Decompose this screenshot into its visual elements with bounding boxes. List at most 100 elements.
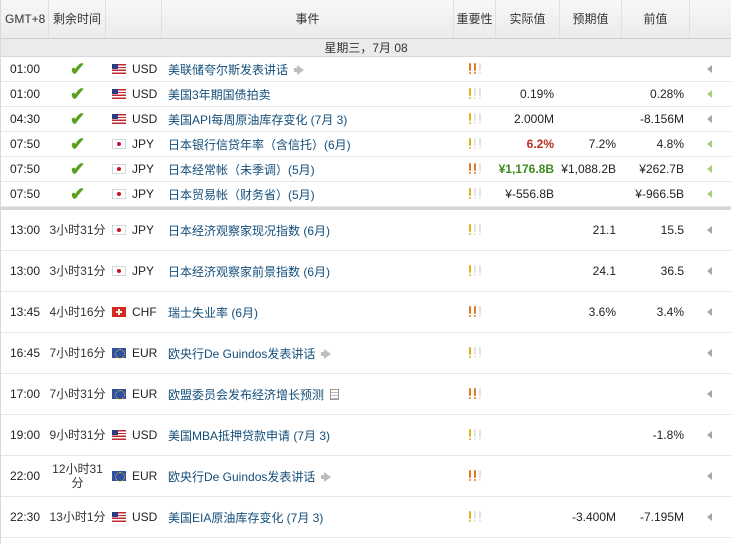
event-link[interactable]: 美国EIA原油库存变化 (7月 3) xyxy=(168,509,323,526)
importance-icon xyxy=(478,470,482,482)
expand-arrow[interactable] xyxy=(690,132,729,156)
previous-value xyxy=(622,57,690,81)
event-name-cell: 欧央行De Guindos发表讲话 xyxy=(162,456,454,496)
importance-icon xyxy=(473,388,477,400)
table-row[interactable]: 01:00 ✔ USD 美国3年期国债拍卖 0.19% 0.28% xyxy=(1,82,731,107)
currency-cell: JPY xyxy=(106,132,162,156)
table-row[interactable]: 13:00 3小时31分 JPY 日本经济观察家现况指数 (6月) 21.1 15.5 xyxy=(1,210,731,251)
time-remaining: 3小时31分 xyxy=(49,264,106,278)
event-time: 16:45 xyxy=(9,346,41,360)
event-link[interactable]: 美国MBA抵押贷款申请 (7月 3) xyxy=(168,427,330,444)
currency-code: JPY xyxy=(132,223,155,237)
expand-arrow[interactable] xyxy=(690,374,729,414)
expand-arrow[interactable] xyxy=(690,210,729,250)
forecast-value: 21.1 xyxy=(592,223,616,237)
importance-icon xyxy=(473,511,477,523)
actual-value xyxy=(496,374,560,414)
importance-icon xyxy=(478,88,482,100)
table-row[interactable]: 04:30 ✔ USD 美国API每周原油库存变化 (7月 3) 2.000M -8.15… xyxy=(1,107,731,132)
forecast-value: ¥1,088.2B xyxy=(561,162,616,176)
expand-arrow[interactable] xyxy=(690,57,729,81)
forecast-value xyxy=(560,456,622,496)
table-row[interactable]: 22:00 12小时31分 EUR 欧央行De Guindos发表讲话 xyxy=(1,456,731,497)
event-link[interactable]: 欧盟委员会发布经济增长预测 xyxy=(168,386,324,403)
importance-icon xyxy=(468,113,472,125)
importance-icon xyxy=(473,63,477,75)
event-link[interactable]: 欧央行De Guindos发表讲话 xyxy=(168,468,315,485)
previous-value xyxy=(622,456,690,496)
importance-indicator xyxy=(454,132,496,156)
event-time: 04:30 xyxy=(9,112,41,126)
table-row[interactable]: 22:30 13小时1分 USD 美国EIA原油库存变化 (7月 3) -3.400M -… xyxy=(1,497,731,538)
importance-indicator xyxy=(454,374,496,414)
table-row[interactable]: 13:00 3小时31分 JPY 日本经济观察家前景指数 (6月) 24.1 36.5 xyxy=(1,251,731,292)
actual-value xyxy=(496,251,560,291)
expand-arrow[interactable] xyxy=(690,251,729,291)
event-link[interactable]: 日本银行信贷年率（含信托）(6月) xyxy=(168,136,351,153)
header-spacer xyxy=(690,0,729,38)
currency-cell: JPY xyxy=(106,182,162,206)
event-link[interactable]: 欧央行De Guindos发表讲话 xyxy=(168,345,315,362)
event-link[interactable]: 美国3年期国债拍卖 xyxy=(168,86,271,103)
expand-arrow[interactable] xyxy=(690,182,729,206)
event-time: 19:00 xyxy=(9,428,41,442)
importance-icon xyxy=(473,470,477,482)
importance-icon xyxy=(468,347,472,359)
flag-jp-icon xyxy=(112,164,126,174)
expand-arrow[interactable] xyxy=(690,107,729,131)
actual-value xyxy=(496,497,560,537)
table-row[interactable]: 07:50 ✔ JPY 日本银行信贷年率（含信托）(6月) 6.2% 7.2% 4.8% xyxy=(1,132,731,157)
event-link[interactable]: 美国API每周原油库存变化 (7月 3) xyxy=(168,111,347,128)
currency-code: JPY xyxy=(132,162,155,176)
chevron-left-icon xyxy=(707,115,712,123)
flag-us-icon xyxy=(112,114,126,124)
expand-arrow[interactable] xyxy=(690,333,729,373)
expand-arrow[interactable] xyxy=(690,292,729,332)
event-link[interactable]: 瑞士失业率 (6月) xyxy=(168,304,258,321)
flag-jp-icon xyxy=(112,266,126,276)
currency-code: USD xyxy=(132,428,158,442)
table-row[interactable]: 17:00 7小时31分 EUR 欧盟委员会发布经济增长预测 xyxy=(1,374,731,415)
released-events: 01:00 ✔ USD 美联储夸尔斯发表讲话 01:00 ✔ USD 美国3年期国债拍卖 0.1… xyxy=(1,57,731,207)
chevron-left-icon xyxy=(707,349,712,357)
event-link[interactable]: 日本经济观察家前景指数 (6月) xyxy=(168,263,330,280)
time-remaining: 7小时16分 xyxy=(49,346,106,360)
forecast-value xyxy=(560,57,622,81)
check-icon: ✔ xyxy=(69,84,86,104)
table-row[interactable]: 19:00 9小时31分 USD 美国MBA抵押贷款申请 (7月 3) -1.8% xyxy=(1,415,731,456)
table-row[interactable]: 16:45 7小时16分 EUR 欧央行De Guindos发表讲话 xyxy=(1,333,731,374)
expand-arrow[interactable] xyxy=(690,456,729,496)
importance-icon xyxy=(468,188,472,200)
table-row[interactable]: 07:50 ✔ JPY 日本贸易帐（财务省）(5月) ¥-556.8B ¥-966.5B xyxy=(1,182,731,207)
previous-value xyxy=(622,333,690,373)
chevron-left-icon xyxy=(707,226,712,234)
expand-arrow[interactable] xyxy=(690,415,729,455)
expand-arrow[interactable] xyxy=(690,497,729,537)
expand-arrow[interactable] xyxy=(690,157,729,181)
event-link[interactable]: 日本贸易帐（财务省）(5月) xyxy=(168,186,315,203)
table-row[interactable]: 01:00 ✔ USD 美联储夸尔斯发表讲话 xyxy=(1,57,731,82)
currency-cell: JPY xyxy=(106,157,162,181)
event-name-cell: 美国API每周原油库存变化 (7月 3) xyxy=(162,107,454,131)
forecast-value: 3.6% xyxy=(588,305,616,319)
header-timezone[interactable]: GMT+8 xyxy=(1,0,49,38)
forecast-value: 7.2% xyxy=(588,137,616,151)
previous-value: 0.28% xyxy=(649,87,684,101)
table-row[interactable]: 07:50 ✔ JPY 日本经常帐（未季调）(5月) ¥1,176.8B ¥1,088.2… xyxy=(1,157,731,182)
currency-cell: JPY xyxy=(106,210,162,250)
header-remaining: 剩余时间 xyxy=(49,0,106,38)
importance-icon xyxy=(473,138,477,150)
event-link[interactable]: 美联储夸尔斯发表讲话 xyxy=(168,61,288,78)
importance-icon xyxy=(468,306,472,318)
importance-indicator xyxy=(454,497,496,537)
header-previous: 前值 xyxy=(622,0,690,38)
table-row[interactable]: 13:45 4小时16分 CHF 瑞士失业率 (6月) 3.6% 3.4% xyxy=(1,292,731,333)
currency-cell: USD xyxy=(106,497,162,537)
event-link[interactable]: 日本经常帐（未季调）(5月) xyxy=(168,161,315,178)
event-link[interactable]: 日本经济观察家现况指数 (6月) xyxy=(168,222,330,239)
chevron-left-icon xyxy=(707,140,712,148)
expand-arrow[interactable] xyxy=(690,82,729,106)
time-remaining: 7小时31分 xyxy=(49,387,106,401)
currency-code: EUR xyxy=(132,469,158,483)
forecast-value xyxy=(560,374,622,414)
